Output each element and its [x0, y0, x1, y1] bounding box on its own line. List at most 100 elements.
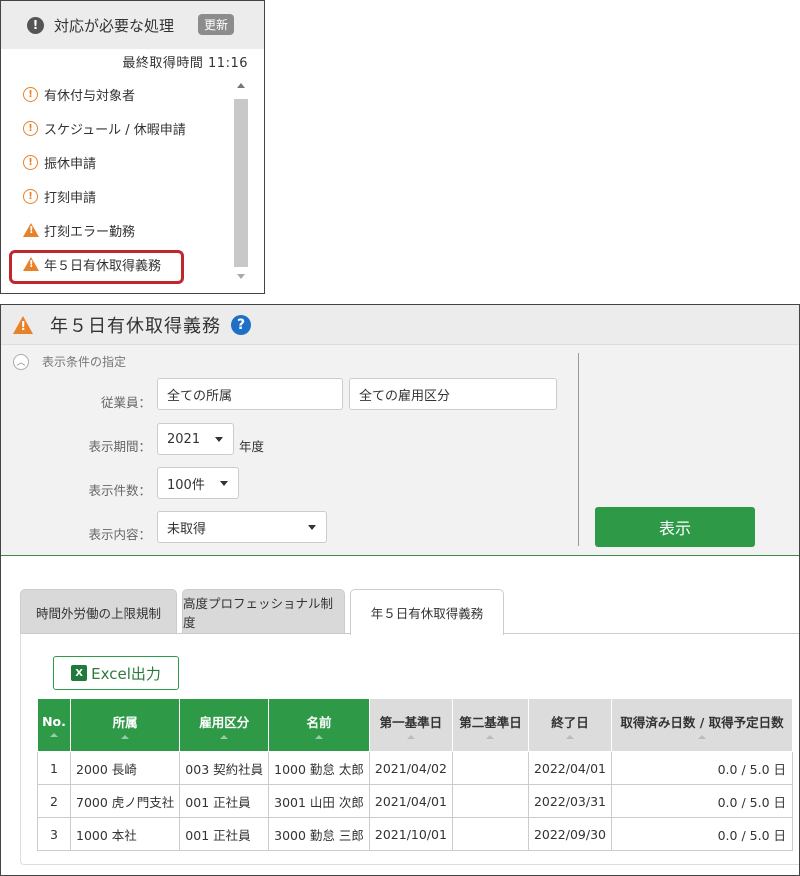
- col-first-base-date[interactable]: 第一基準日: [368, 698, 453, 752]
- cell-department: 1000 本社: [69, 817, 181, 851]
- display-conditions: ︿ 表示条件の指定 従業員： 全ての所属 全ての雇用区分 表示期間： 2021 …: [1, 345, 799, 556]
- col-name[interactable]: 名前: [268, 698, 370, 752]
- cell-days-taken: 0.0 / 5.0 日: [611, 817, 793, 851]
- col-department[interactable]: 所属: [69, 698, 181, 752]
- period-value: 2021: [167, 431, 201, 447]
- col-employment-type[interactable]: 雇用区分: [179, 698, 270, 752]
- list-item-label: 振休申請: [44, 156, 97, 172]
- sort-icon: [486, 734, 495, 739]
- sort-icon: [565, 734, 574, 739]
- conditions-label: 表示条件の指定: [42, 355, 127, 369]
- cell-name: 3001 山田 次郎: [268, 784, 370, 818]
- help-icon[interactable]: ?: [231, 314, 251, 335]
- info-circle-icon: !: [23, 188, 38, 204]
- excel-export-label: Excel出力: [91, 664, 161, 683]
- cell-end-date: 2022/03/31: [527, 784, 613, 818]
- list-item[interactable]: ! 有休付与対象者: [1, 77, 233, 111]
- period-select[interactable]: 2021: [157, 423, 234, 455]
- period-unit: 年度: [239, 439, 265, 454]
- tab-annual-leave-obligation[interactable]: 年５日有休取得義務: [350, 589, 504, 635]
- table-row[interactable]: 1 2000 長崎 003 契約社員 1000 勤怠 太郎 2021/04/02…: [37, 751, 793, 785]
- exclamation-icon: !: [27, 16, 44, 34]
- table-row[interactable]: 3 1000 本社 001 正社員 3000 勤怠 三郎 2021/10/01 …: [37, 817, 793, 851]
- cell-first-base-date: 2021/04/01: [368, 784, 453, 818]
- pending-actions-panel: ! 対応が必要な処理 更新 最終取得時間 11:16 ! 有休付与対象者 ! ス…: [0, 0, 265, 294]
- annual-leave-panel: 年５日有休取得義務 ? ︿ 表示条件の指定 従業員： 全ての所属 全ての雇用区分…: [0, 304, 800, 876]
- table-row[interactable]: 2 7000 虎ノ門支社 001 正社員 3001 山田 次郎 2021/04/…: [37, 784, 793, 818]
- cell-department: 7000 虎ノ門支社: [69, 784, 181, 818]
- show-button[interactable]: 表示: [595, 507, 755, 547]
- employment-type-select[interactable]: 全ての雇用区分: [349, 378, 557, 410]
- cell-no: 1: [37, 751, 71, 785]
- tab-high-professional[interactable]: 高度プロフェッショナル制度: [182, 589, 345, 634]
- cell-employment-type: 001 正社員: [179, 817, 270, 851]
- caret-down-icon: [308, 525, 316, 530]
- results-table: No. 所属 雇用区分 名前 第一基準日 第二基準日 終了日 取得済み日数 / …: [37, 698, 793, 851]
- cell-days-taken: 0.0 / 5.0 日: [611, 784, 793, 818]
- list-item-annual-leave-obligation[interactable]: 年５日有休取得義務: [1, 247, 233, 281]
- excel-export-button[interactable]: X Excel出力: [53, 656, 179, 690]
- count-label: 表示件数：: [88, 483, 151, 498]
- sort-icon: [220, 734, 229, 739]
- cell-no: 2: [37, 784, 71, 818]
- sort-icon: [406, 734, 415, 739]
- scroll-thumb[interactable]: [234, 99, 248, 267]
- pending-actions-header: ! 対応が必要な処理 更新: [1, 1, 264, 49]
- col-second-base-date[interactable]: 第二基準日: [451, 698, 529, 752]
- cell-second-base-date: [451, 784, 529, 818]
- excel-icon: X: [71, 665, 88, 681]
- list-item-label: 打刻申請: [44, 190, 97, 206]
- scroll-down-icon[interactable]: [237, 274, 245, 279]
- sort-icon: [50, 732, 58, 737]
- list-item[interactable]: ! 打刻申請: [1, 179, 233, 213]
- col-days-taken[interactable]: 取得済み日数 / 取得予定日数: [611, 698, 793, 752]
- cell-name: 3000 勤怠 三郎: [268, 817, 370, 851]
- list-item[interactable]: ! 振休申請: [1, 145, 233, 179]
- content-label: 表示内容：: [88, 527, 151, 542]
- refresh-button[interactable]: 更新: [198, 14, 234, 35]
- cell-no: 3: [37, 817, 71, 851]
- list-item-label: 打刻エラー勤務: [44, 224, 136, 240]
- content-select[interactable]: 未取得: [157, 511, 327, 543]
- col-end-date[interactable]: 終了日: [527, 698, 613, 752]
- list-item-label: スケジュール / 休暇申請: [44, 122, 186, 138]
- list-item-label: 有休付与対象者: [44, 88, 136, 104]
- table-header-row: No. 所属 雇用区分 名前 第一基準日 第二基準日 終了日 取得済み日数 / …: [37, 698, 793, 752]
- pending-actions-title: 対応が必要な処理: [54, 16, 175, 35]
- sort-icon: [698, 734, 706, 739]
- period-label: 表示期間：: [88, 439, 151, 454]
- count-value: 100件: [167, 477, 205, 493]
- warning-triangle-icon: [23, 257, 39, 271]
- chevron-up-icon[interactable]: ︿: [13, 353, 29, 370]
- cell-first-base-date: 2021/10/01: [368, 817, 453, 851]
- cell-second-base-date: [451, 817, 529, 851]
- annual-leave-header: 年５日有休取得義務 ?: [1, 305, 799, 345]
- sort-icon: [121, 734, 130, 739]
- info-circle-icon: !: [23, 154, 38, 170]
- content-value: 未取得: [167, 521, 207, 537]
- cell-employment-type: 003 契約社員: [179, 751, 270, 785]
- cell-department: 2000 長崎: [69, 751, 181, 785]
- info-circle-icon: !: [23, 86, 38, 102]
- scrollbar[interactable]: [234, 83, 248, 279]
- scroll-up-icon[interactable]: [237, 83, 245, 88]
- count-select[interactable]: 100件: [157, 467, 239, 499]
- page-title: 年５日有休取得義務: [50, 315, 221, 337]
- cell-employment-type: 001 正社員: [179, 784, 270, 818]
- divider: [578, 353, 579, 546]
- last-fetched-time: 最終取得時間 11:16: [122, 56, 248, 71]
- caret-down-icon: [215, 437, 223, 442]
- department-select[interactable]: 全ての所属: [157, 378, 343, 410]
- caret-down-icon: [220, 481, 228, 486]
- cell-end-date: 2022/04/01: [527, 751, 613, 785]
- tab-overtime-limit[interactable]: 時間外労働の上限規制: [20, 589, 177, 634]
- warning-triangle-icon: [23, 223, 39, 237]
- cell-name: 1000 勤怠 太郎: [268, 751, 370, 785]
- list-item[interactable]: ! スケジュール / 休暇申請: [1, 111, 233, 145]
- cell-days-taken: 0.0 / 5.0 日: [611, 751, 793, 785]
- conditions-toggle[interactable]: ︿ 表示条件の指定: [13, 353, 126, 370]
- list-item-label: 年５日有休取得義務: [44, 258, 162, 274]
- col-no[interactable]: No.: [37, 698, 71, 752]
- list-item[interactable]: 打刻エラー勤務: [1, 213, 233, 247]
- cell-first-base-date: 2021/04/02: [368, 751, 453, 785]
